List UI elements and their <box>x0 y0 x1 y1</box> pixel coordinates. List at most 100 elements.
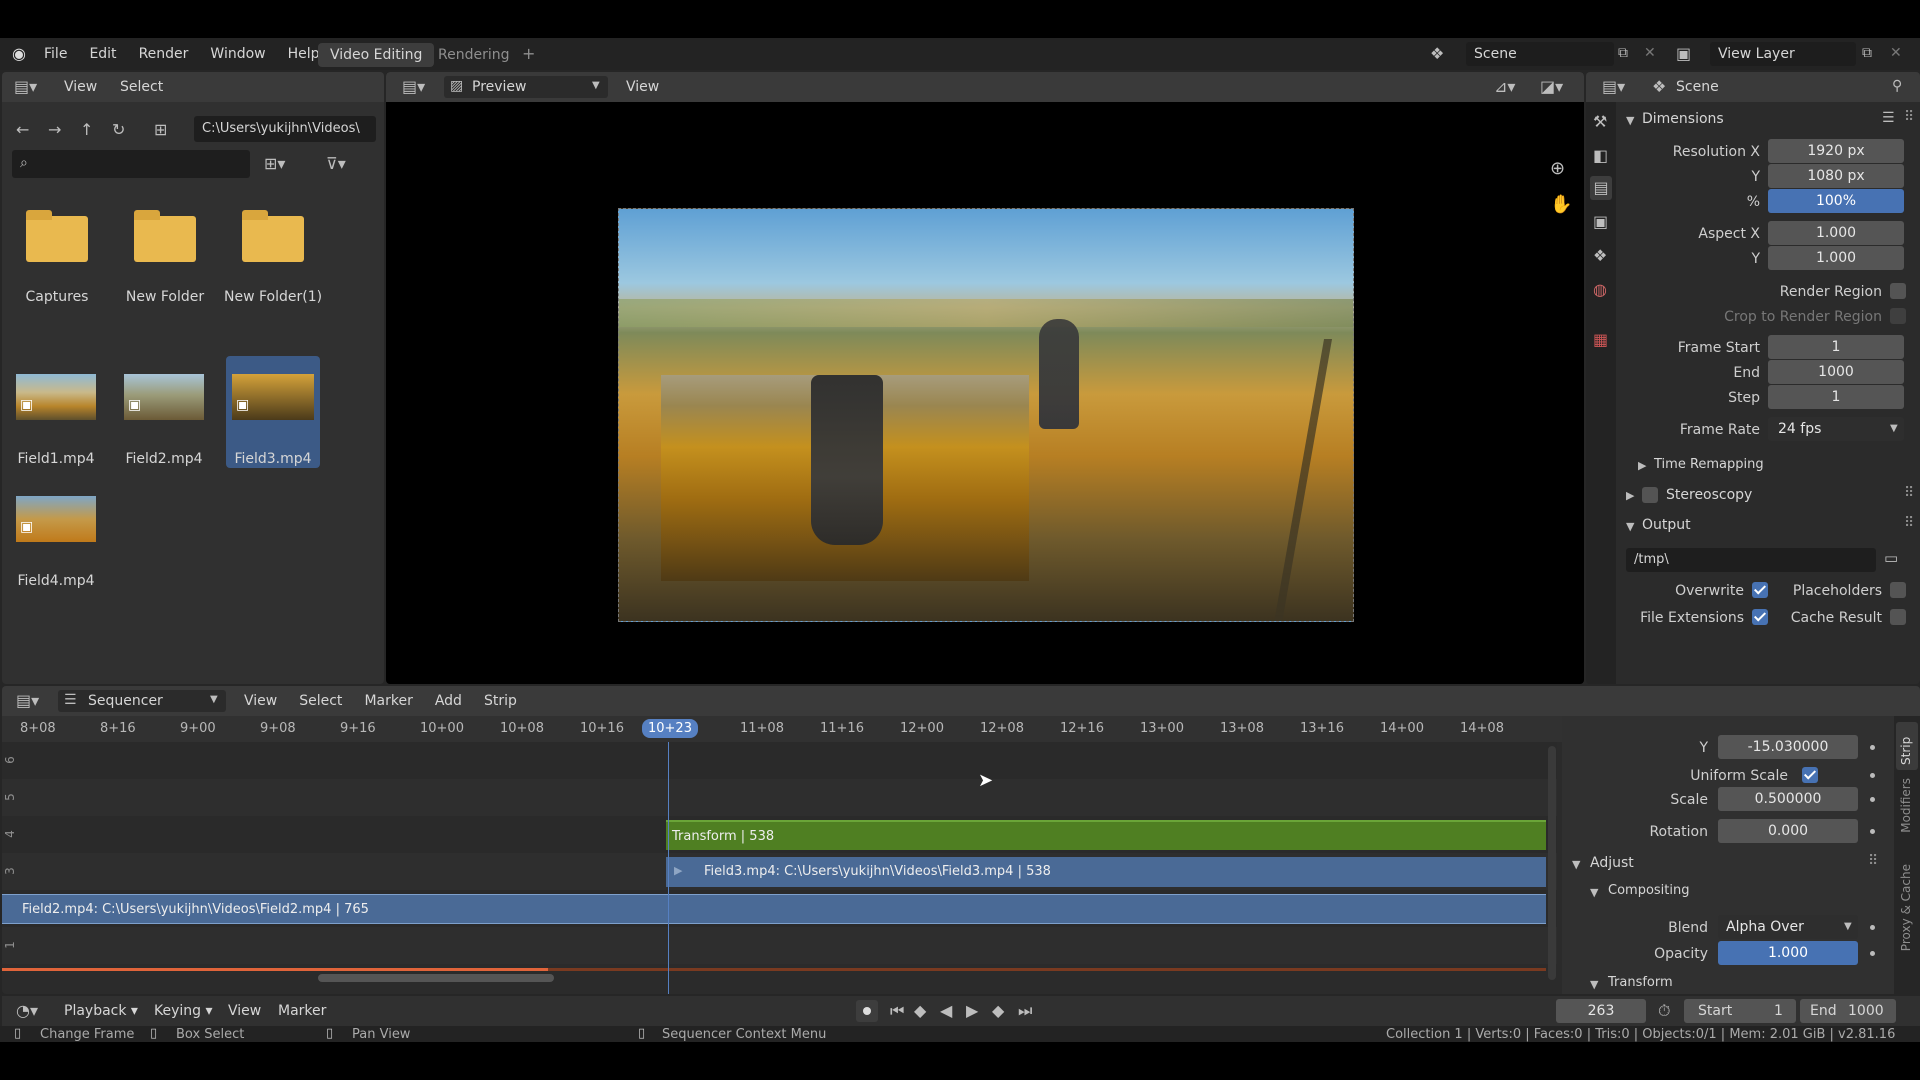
dimensions-panel-title[interactable]: Dimensions <box>1642 112 1724 126</box>
aspect-y-field[interactable]: 1.000 <box>1768 246 1904 270</box>
blend-dropdown[interactable]: Alpha Over <box>1718 915 1858 939</box>
offset-y-field[interactable]: -15.030000 <box>1718 735 1858 759</box>
time-ruler[interactable]: 8+08 8+16 9+00 9+08 9+16 10+00 10+08 10+16 10+23… <box>2 716 1562 742</box>
parent-dir-icon[interactable]: ↑ <box>80 122 93 138</box>
refresh-icon[interactable]: ↻ <box>112 122 125 138</box>
tl-menu-view[interactable]: View <box>228 1004 261 1018</box>
menu-edit[interactable]: Edit <box>89 46 116 62</box>
transform-strip[interactable]: Transform | 538 <box>666 820 1546 850</box>
output-tab-icon[interactable]: ▤ <box>1590 176 1612 200</box>
menu-render[interactable]: Render <box>139 46 189 62</box>
seq-menu-strip[interactable]: Strip <box>484 693 517 709</box>
render-region-checkbox[interactable] <box>1890 283 1906 299</box>
uniform-scale-checkbox[interactable] <box>1802 767 1818 783</box>
drag-handle-icon[interactable]: ⠿ <box>1868 854 1878 868</box>
forward-arrow-icon[interactable]: → <box>48 122 61 138</box>
menu-help[interactable]: Help <box>288 46 320 62</box>
aspect-x-field[interactable]: 1.000 <box>1768 221 1904 245</box>
fb-menu-view[interactable]: View <box>64 80 97 94</box>
field2-strip[interactable]: Field2.mp4: C:\Users\yukijhn\Videos\Fiel… <box>2 894 1546 924</box>
editor-type-icon[interactable]: ▤▾ <box>402 79 425 95</box>
display-channel-icon[interactable]: ◪▾ <box>1540 79 1563 95</box>
jump-start-icon[interactable]: ⏮ <box>890 1003 904 1019</box>
hand-pan-icon[interactable]: ✋ <box>1550 196 1572 214</box>
adjust-panel-title[interactable]: Adjust <box>1590 856 1634 870</box>
file-item-field2[interactable]: ▣ Field2.mp4 <box>122 374 204 480</box>
horizontal-scrollbar[interactable] <box>318 974 554 982</box>
start-frame-field[interactable]: Start 1 <box>1684 999 1796 1023</box>
file-item-field4[interactable]: ▣ Field4.mp4 <box>14 496 96 602</box>
tab-modifiers[interactable]: Modifiers <box>1899 778 1913 833</box>
sequencer-view-type-dropdown[interactable]: ☰ Sequencer ▼ <box>58 690 226 712</box>
rotation-field[interactable]: 0.000 <box>1718 819 1858 843</box>
tl-menu-marker[interactable]: Marker <box>278 1004 326 1018</box>
next-keyframe-icon[interactable]: ◆ <box>992 1003 1004 1019</box>
keyframe-dot[interactable] <box>1870 951 1875 956</box>
scene-icon[interactable]: ❖ <box>1430 46 1444 62</box>
add-workspace-button[interactable]: + <box>522 46 535 62</box>
overwrite-checkbox[interactable] <box>1752 582 1768 598</box>
compositing-subpanel[interactable]: Compositing <box>1608 884 1690 897</box>
preview-mode-dropdown[interactable]: ▨ Preview ▼ <box>444 76 608 98</box>
file-item-new-folder[interactable]: New Folder <box>124 200 206 310</box>
seq-menu-select[interactable]: Select <box>299 693 342 709</box>
scene-selector[interactable]: Scene <box>1466 42 1614 66</box>
blender-logo-icon[interactable]: ◉ <box>12 46 26 62</box>
prev-keyframe-icon[interactable]: ◆ <box>914 1003 926 1019</box>
copy-scene-icon[interactable]: ⧉ <box>1618 46 1628 60</box>
menu-file[interactable]: File <box>44 46 67 62</box>
stereoscopy-panel-title[interactable]: Stereoscopy <box>1666 488 1752 502</box>
editor-type-icon[interactable]: ▤▾ <box>16 693 39 709</box>
frame-step-field[interactable]: 1 <box>1768 385 1904 409</box>
current-frame-marker[interactable]: 10+23 <box>642 719 698 738</box>
cache-result-checkbox[interactable] <box>1890 609 1906 625</box>
tab-rendering[interactable]: Rendering <box>438 48 510 62</box>
record-button[interactable] <box>856 1000 878 1022</box>
keyframe-dot[interactable] <box>1870 925 1875 930</box>
scene-tab-icon[interactable]: ❖ <box>1593 248 1607 264</box>
render-tab-icon[interactable]: ◧ <box>1593 148 1608 164</box>
fb-menu-select[interactable]: Select <box>120 80 163 94</box>
stereoscopy-checkbox[interactable] <box>1642 487 1658 503</box>
keyframe-dot[interactable] <box>1870 829 1875 834</box>
frame-rate-dropdown[interactable]: 24 fps <box>1768 417 1904 441</box>
file-item-field1[interactable]: ▣ Field1.mp4 <box>14 374 96 480</box>
directory-path-field[interactable]: C:\Users\yukijhn\Videos\ <box>194 116 376 142</box>
seq-menu-view[interactable]: View <box>244 693 277 709</box>
folder-browse-icon[interactable]: ▭ <box>1884 551 1898 566</box>
jump-end-icon[interactable]: ⏭ <box>1018 1003 1032 1019</box>
editor-type-icon[interactable]: ▤▾ <box>1602 79 1625 95</box>
drag-handle-icon[interactable]: ⠿ <box>1904 486 1914 500</box>
view-layer-selector[interactable]: View Layer <box>1710 42 1856 66</box>
file-search-input[interactable]: ⌕ <box>12 150 250 178</box>
playback-menu[interactable]: Playback ▾ <box>64 1004 138 1018</box>
time-remapping-subpanel[interactable]: Time Remapping <box>1654 458 1764 471</box>
tab-strip[interactable]: Strip <box>1896 722 1918 770</box>
editor-type-icon[interactable]: ▤▾ <box>14 79 37 95</box>
tool-tab-icon[interactable]: ⚒ <box>1593 114 1607 130</box>
view-layer-tab-icon[interactable]: ▣ <box>1593 214 1608 230</box>
copy-view-layer-icon[interactable]: ⧉ <box>1862 46 1872 60</box>
menu-window[interactable]: Window <box>210 46 265 62</box>
resolution-y-field[interactable]: 1080 px <box>1768 164 1904 188</box>
output-path-field[interactable]: /tmp\ <box>1626 548 1876 572</box>
sequencer-channels[interactable]: 6 5 4 3 2 1 Transform | 538 ▶ Field3.mp4… <box>2 742 1558 994</box>
delete-scene-icon[interactable]: ✕ <box>1644 46 1656 60</box>
delete-view-layer-icon[interactable]: ✕ <box>1890 46 1902 60</box>
display-mode-icon[interactable]: ⊞▾ <box>264 156 285 172</box>
view-layer-icon[interactable]: ▣ <box>1676 46 1691 62</box>
back-arrow-icon[interactable]: ← <box>16 122 29 138</box>
keyframe-dot[interactable] <box>1870 797 1875 802</box>
keyframe-dot[interactable] <box>1870 773 1875 778</box>
play-reverse-icon[interactable]: ◀ <box>940 1003 952 1019</box>
new-folder-icon[interactable]: ⊞ <box>154 122 167 138</box>
file-item-captures[interactable]: Captures <box>16 200 98 310</box>
tab-proxy-cache[interactable]: Proxy & Cache <box>1899 864 1913 951</box>
placeholders-checkbox[interactable] <box>1890 582 1906 598</box>
opacity-field[interactable]: 1.000 <box>1718 941 1858 965</box>
clock-editor-icon[interactable]: ◔▾ <box>16 1003 38 1019</box>
play-icon[interactable]: ▶ <box>966 1003 978 1019</box>
stopwatch-icon[interactable]: ⏱ <box>1658 1003 1670 1019</box>
preview-menu-view[interactable]: View <box>626 80 659 94</box>
tab-video-editing[interactable]: Video Editing <box>318 43 435 67</box>
